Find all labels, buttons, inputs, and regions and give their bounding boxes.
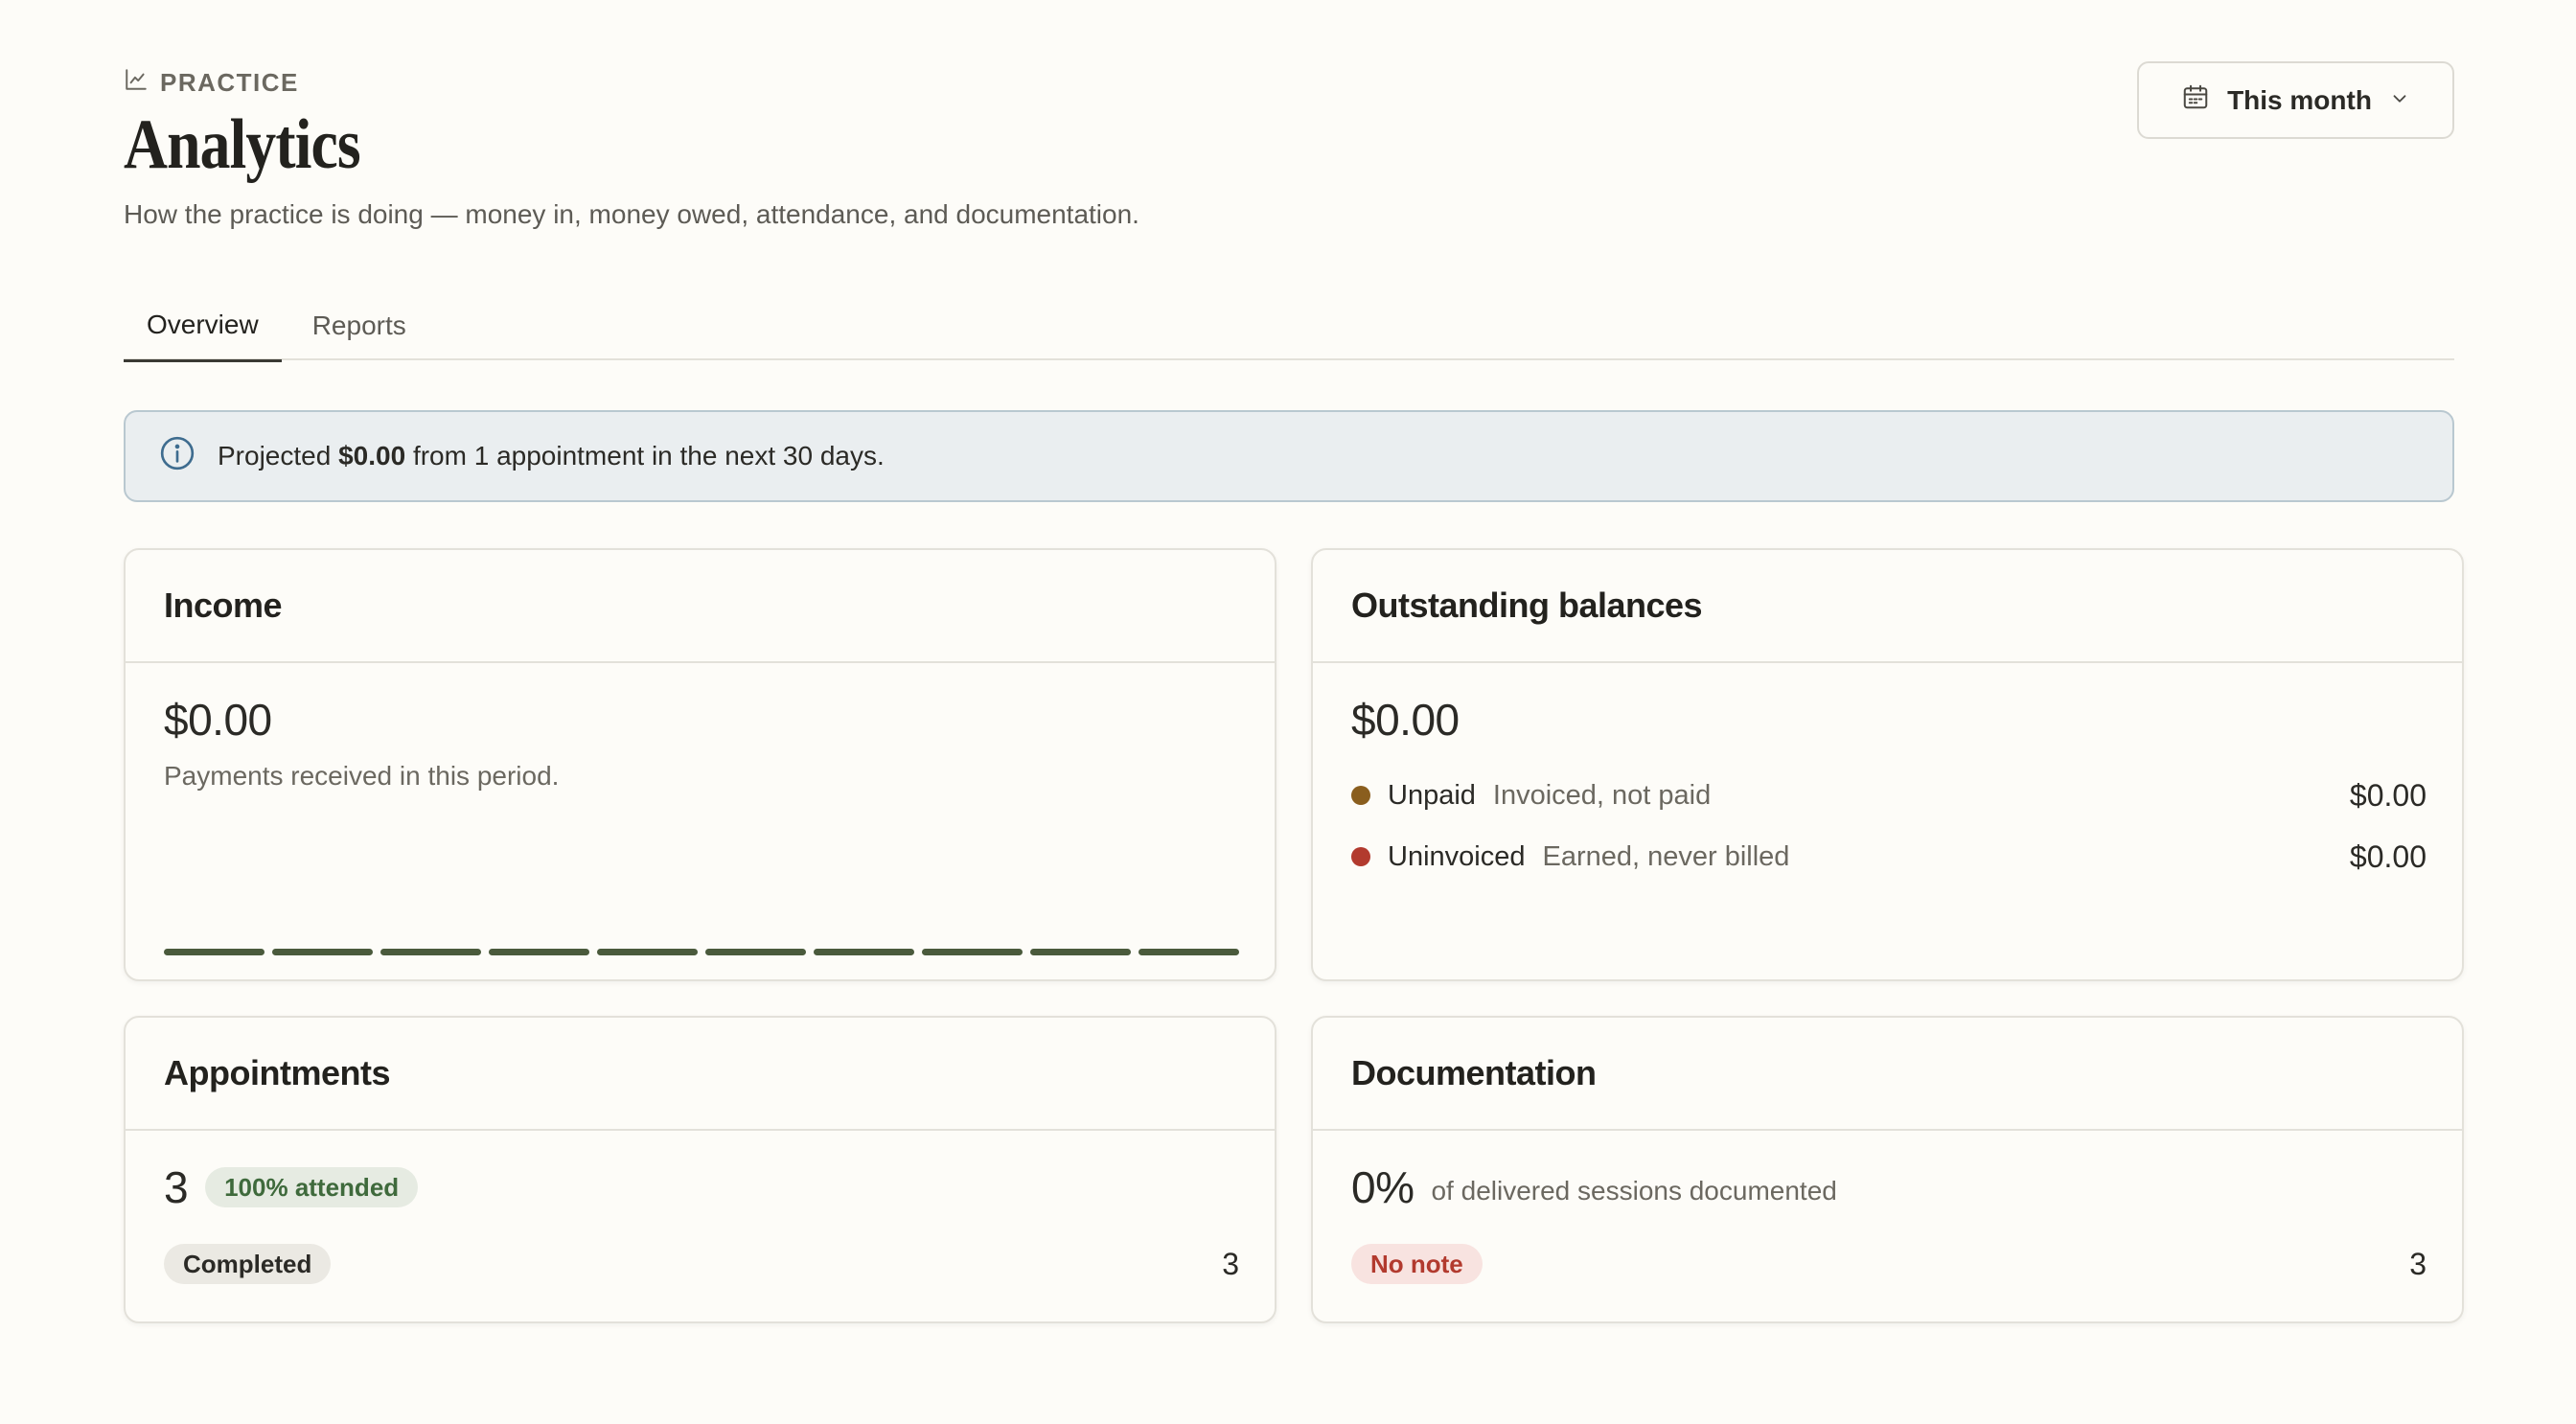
income-title: Income bbox=[126, 550, 1275, 663]
outstanding-value: $0.00 bbox=[1351, 695, 1460, 745]
documentation-caption: of delivered sessions documented bbox=[1431, 1176, 1837, 1206]
income-description: Payments received in this period. bbox=[164, 761, 560, 791]
sparkline-bar bbox=[597, 949, 698, 955]
documentation-card: Documentation 0% of delivered sessions d… bbox=[1311, 1016, 2464, 1323]
tab-bar: Overview Reports bbox=[124, 287, 2454, 362]
status-badge-completed: Completed bbox=[164, 1244, 332, 1284]
sparkline-bar bbox=[380, 949, 481, 955]
banner-amount: $0.00 bbox=[338, 441, 406, 471]
eyebrow-label: PRACTICE bbox=[160, 67, 299, 97]
appointments-count: 3 bbox=[164, 1162, 189, 1212]
income-sparkline bbox=[164, 949, 1239, 956]
documentation-percent: 0% bbox=[1351, 1162, 1414, 1212]
sparkline-bar bbox=[814, 949, 914, 955]
period-select-button[interactable]: This month bbox=[2137, 61, 2454, 139]
outstanding-title: Outstanding balances bbox=[1313, 550, 2462, 663]
status-badge-no-note: No note bbox=[1351, 1244, 1483, 1284]
banner-text: Projected $0.00 from 1 appointment in th… bbox=[218, 441, 885, 471]
sparkline-bar bbox=[164, 949, 264, 955]
page-subtitle: How the practice is doing — money in, mo… bbox=[124, 199, 1139, 229]
documentation-stat: 0% of delivered sessions documented bbox=[1351, 1161, 1837, 1213]
sparkline-bar bbox=[1138, 949, 1239, 955]
sparkline-bar bbox=[1030, 949, 1131, 955]
analytics-page: PRACTICE Analytics How the practice is d… bbox=[124, 0, 2464, 1424]
status-count: 3 bbox=[2409, 1246, 2426, 1281]
attended-badge: 100% attended bbox=[205, 1167, 419, 1207]
uninvoiced-dot-icon bbox=[1351, 847, 1370, 866]
period-select-label: This month bbox=[2227, 84, 2372, 115]
sparkline-bar bbox=[272, 949, 373, 955]
appointments-status-row: Completed 3 bbox=[164, 1244, 1239, 1284]
sparkline-bar bbox=[705, 949, 806, 955]
balance-amount: $0.00 bbox=[2349, 838, 2426, 874]
outstanding-balances-card: Outstanding balances $0.00 Unpaid Invoic… bbox=[1311, 548, 2464, 981]
appointments-title: Appointments bbox=[126, 1018, 1275, 1131]
chart-line-icon bbox=[124, 67, 149, 99]
income-value: $0.00 bbox=[164, 695, 272, 745]
chevron-down-icon bbox=[2389, 85, 2410, 116]
balance-amount: $0.00 bbox=[2349, 777, 2426, 813]
status-count: 3 bbox=[1222, 1246, 1239, 1281]
page-title: Analytics bbox=[124, 105, 361, 184]
sparkline-bar bbox=[922, 949, 1023, 955]
balance-label: Uninvoiced bbox=[1388, 840, 1526, 872]
sparkline-bar bbox=[489, 949, 589, 955]
documentation-status-row: No note 3 bbox=[1351, 1244, 2426, 1284]
balance-label: Unpaid bbox=[1388, 779, 1476, 811]
section-eyebrow: PRACTICE bbox=[124, 67, 299, 99]
balance-row-unpaid: Unpaid Invoiced, not paid $0.00 bbox=[1351, 776, 2426, 815]
projection-banner: Projected $0.00 from 1 appointment in th… bbox=[124, 410, 2454, 502]
unpaid-dot-icon bbox=[1351, 786, 1370, 805]
balance-sublabel: Invoiced, not paid bbox=[1492, 779, 1712, 811]
banner-suffix: from 1 appointment in the next 30 days. bbox=[412, 441, 885, 471]
banner-prefix: Projected bbox=[218, 441, 332, 471]
info-icon bbox=[158, 434, 196, 479]
appointments-card: Appointments 3 100% attended Completed 3 bbox=[124, 1016, 1276, 1323]
balance-sublabel: Earned, never billed bbox=[1542, 840, 1790, 872]
tab-overview[interactable]: Overview bbox=[124, 289, 282, 362]
documentation-title: Documentation bbox=[1313, 1018, 2462, 1131]
balance-row-uninvoiced: Uninvoiced Earned, never billed $0.00 bbox=[1351, 838, 2426, 876]
calendar-icon bbox=[2181, 82, 2210, 118]
appointments-stat: 3 100% attended bbox=[164, 1161, 419, 1213]
income-card: Income $0.00 Payments received in this p… bbox=[124, 548, 1276, 981]
tab-reports[interactable]: Reports bbox=[289, 289, 429, 362]
